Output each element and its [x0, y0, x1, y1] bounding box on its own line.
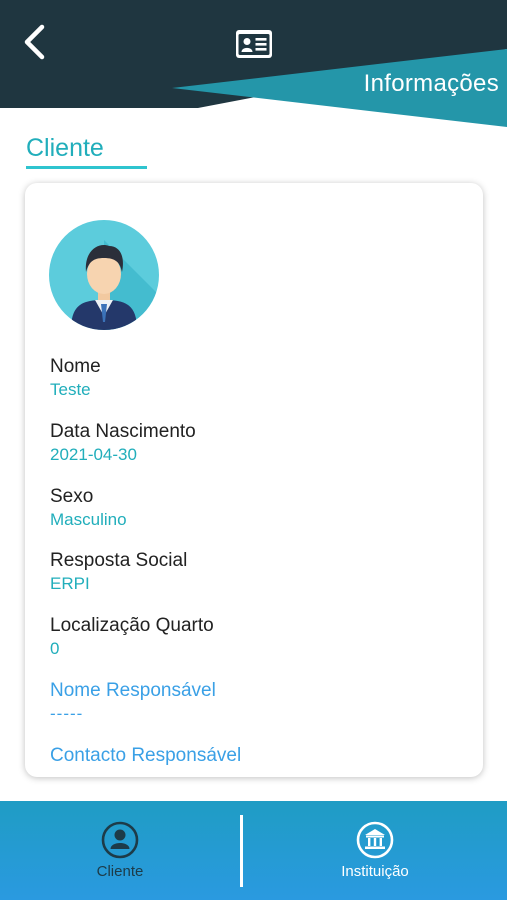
- field-localizacao-quarto: Localização Quarto 0: [50, 614, 214, 660]
- nav-label: Cliente: [96, 863, 144, 880]
- nav-label: Instituição: [341, 863, 409, 880]
- field-value: 2021-04-30: [50, 445, 137, 464]
- field-value: Teste: [50, 380, 91, 399]
- section-underline: [26, 166, 147, 169]
- client-card: Nome Teste Data Nascimento 2021-04-30 Se…: [25, 183, 483, 777]
- header-background: [0, 0, 507, 127]
- field-data-nascimento: Data Nascimento 2021-04-30: [50, 420, 196, 466]
- field-nome-responsavel[interactable]: Nome Responsável -----: [50, 679, 216, 725]
- field-label: Data Nascimento: [50, 421, 196, 442]
- user-avatar-icon: [49, 220, 159, 330]
- back-arrow-icon: [24, 24, 45, 60]
- field-value: 0: [50, 639, 60, 658]
- field-label: Sexo: [50, 486, 94, 507]
- field-label[interactable]: Nome Responsável: [50, 679, 216, 703]
- field-label: Localização Quarto: [50, 615, 214, 636]
- section-title: Cliente: [26, 134, 104, 162]
- nav-item-cliente[interactable]: Cliente: [0, 801, 240, 900]
- id-card-icon: [236, 30, 272, 58]
- institution-icon: [356, 821, 394, 859]
- field-value: -----: [50, 704, 84, 723]
- user-circle-icon: [101, 821, 139, 859]
- field-label: Nome: [50, 356, 101, 377]
- field-label[interactable]: Contacto Responsável: [50, 744, 241, 768]
- nav-item-instituicao[interactable]: Instituição: [255, 801, 495, 900]
- field-value: Masculino: [50, 510, 127, 529]
- bottom-nav: Cliente Instituição: [0, 801, 507, 900]
- field-sexo: Sexo Masculino: [50, 485, 127, 531]
- header: Informações: [0, 0, 507, 130]
- back-button[interactable]: [18, 20, 58, 64]
- field-resposta-social: Resposta Social ERPI: [50, 549, 187, 595]
- field-contacto-responsavel[interactable]: Contacto Responsável: [50, 744, 241, 768]
- field-nome: Nome Teste: [50, 355, 101, 401]
- header-title: Informações: [363, 70, 499, 97]
- field-label: Resposta Social: [50, 550, 188, 571]
- field-value: ERPI: [50, 574, 90, 593]
- nav-divider: [240, 815, 243, 887]
